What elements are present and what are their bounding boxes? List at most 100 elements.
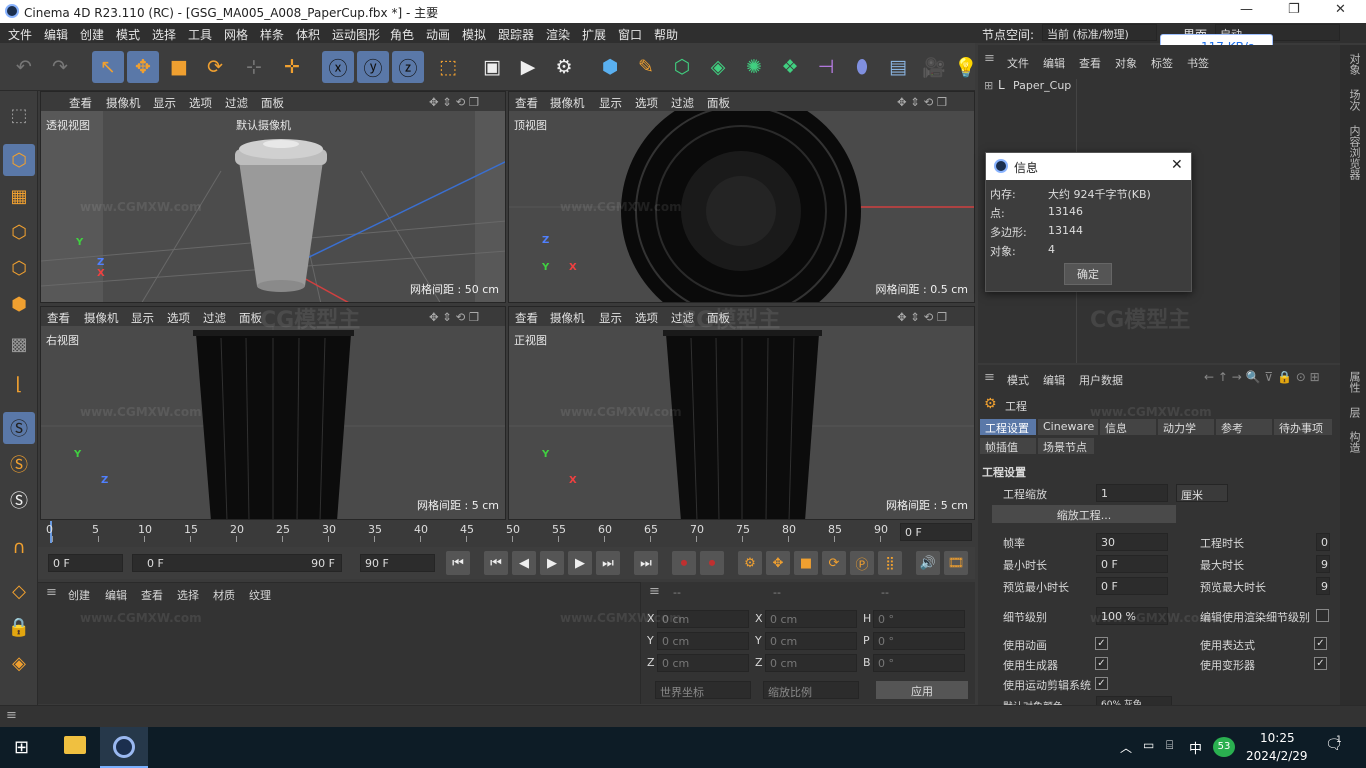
hamburger-icon[interactable]: ≡ [6,708,17,723]
scale-unit-select[interactable]: 厘米 [1176,484,1228,502]
rotate-icon[interactable]: ⟳ [199,51,231,83]
close-icon[interactable]: ✕ [1335,2,1346,17]
x-axis-lock-icon[interactable]: ⓧ [322,51,354,83]
recent-tool-icon[interactable]: ⊹ [238,51,270,83]
vp-menu-panel[interactable]: 面板 [707,95,730,111]
tab-structure-side[interactable]: 构造 [1346,431,1362,453]
deformer-icon[interactable]: ⊣ [810,51,842,83]
menu-help[interactable]: 帮助 [654,26,678,43]
cube-icon[interactable]: ⬢ [594,51,626,83]
coord-value-field[interactable]: 0 cm [765,632,857,650]
menu-create[interactable]: 创建 [80,26,104,43]
preview-max-field[interactable]: 9 [1316,577,1330,595]
clock-time[interactable]: 10:25 [1260,731,1295,745]
key-pla-icon[interactable]: ⣿ [878,551,902,575]
render-picture-viewer-icon[interactable]: ▶ [512,51,544,83]
end-frame-field[interactable]: 90 F [360,554,435,572]
preview-min-field[interactable]: 0 F [1096,577,1168,595]
network-icon[interactable]: ⌸ [1166,738,1173,753]
restore-icon[interactable]: ❐ [1288,2,1300,17]
tab-scene-nodes[interactable]: 场景节点 [1038,438,1094,454]
attr-menu-edit[interactable]: 编辑 [1043,372,1065,388]
vp-menu-panel[interactable]: 面板 [261,95,284,111]
menu-mode[interactable]: 模式 [116,26,140,43]
coord-value-field[interactable]: 0 ° [873,654,965,672]
move-icon[interactable]: ✥ [127,51,159,83]
key-rotation-icon[interactable]: ⟳ [822,551,846,575]
vp-menu-filter[interactable]: 过滤 [203,310,226,326]
vp-menu-view[interactable]: 查看 [69,95,92,111]
vp-menu-options[interactable]: 选项 [189,95,212,111]
vp-menu-display[interactable]: 显示 [599,310,622,326]
y-axis-lock-icon[interactable]: ⓨ [357,51,389,83]
vp-menu-view[interactable]: 查看 [515,310,538,326]
vp-menu-filter[interactable]: 过滤 [225,95,248,111]
tab-objects-side[interactable]: 对象 [1346,53,1362,75]
render-settings-icon[interactable]: ⚙ [548,51,580,83]
polygons-mode-icon[interactable]: ⬢ [3,288,35,320]
cloner-icon[interactable]: ✺ [738,51,770,83]
vp-menu-panel[interactable]: 面板 [239,310,262,326]
use-deformers-checkbox[interactable]: ✓ [1314,657,1327,670]
film-icon[interactable]: 🎞 [944,551,968,575]
vp-menu-display[interactable]: 显示 [153,95,176,111]
vp-menu-camera[interactable]: 摄像机 [84,310,119,326]
floor-icon[interactable]: ▤ [882,51,914,83]
use-animation-checkbox[interactable]: ✓ [1095,637,1108,650]
hamburger-icon[interactable]: ≡ [984,51,995,66]
tab-cineware[interactable]: Cineware [1038,419,1098,435]
menu-render[interactable]: 渲染 [546,26,570,43]
menu-tracker[interactable]: 跟踪器 [498,26,534,43]
menu-select[interactable]: 选择 [152,26,176,43]
range-slider[interactable]: 0 F 90 F [132,554,342,572]
lock-workplane-icon[interactable]: 🔒 [3,611,35,643]
scale-project-button[interactable]: 缩放工程... [992,505,1176,523]
axis-mode-icon[interactable]: ⌊ [3,368,35,400]
mat-menu-texture[interactable]: 纹理 [249,587,271,603]
fps-field[interactable]: 30 [1096,533,1168,551]
z-axis-lock-icon[interactable]: ⓩ [392,51,424,83]
obj-menu-view[interactable]: 查看 [1079,55,1101,71]
vp-menu-display[interactable]: 显示 [599,95,622,111]
timeline-end-field[interactable]: 0 F [900,523,972,541]
next-frame-icon[interactable]: ▶ [568,551,592,575]
snap-icon[interactable]: Ⓢ [3,412,35,444]
camera-icon[interactable]: 🎥 [918,51,950,83]
vp-nav-icons[interactable]: ✥ ⇕ ⟲ ❐ [429,310,479,324]
tab-reference[interactable]: 参考 [1216,419,1272,435]
ok-button[interactable]: 确定 [1064,263,1112,285]
prev-frame-icon[interactable]: ◀ [512,551,536,575]
obj-menu-file[interactable]: 文件 [1007,55,1029,71]
expand-icon[interactable]: ⊞ [984,79,993,92]
workplane-icon[interactable]: ◇ [3,575,35,607]
tab-frame-interp[interactable]: 帧插值 [980,438,1036,454]
mat-menu-material[interactable]: 材质 [213,587,235,603]
hamburger-icon[interactable]: ≡ [649,584,660,599]
vp-nav-icons[interactable]: ✥ ⇕ ⟲ ❐ [429,95,479,109]
menu-spline[interactable]: 样条 [260,26,284,43]
vp-menu-options[interactable]: 选项 [167,310,190,326]
vp-menu-display[interactable]: 显示 [131,310,154,326]
coord-value-field[interactable]: 0 cm [657,632,749,650]
object-name[interactable]: Paper_Cup [1013,79,1071,92]
menu-mesh[interactable]: 网格 [224,26,248,43]
scale-mode-select[interactable]: 缩放比例 [763,681,859,699]
scale-icon[interactable]: ■ [163,51,195,83]
dialog-close-icon[interactable]: ✕ [1171,157,1183,173]
pen-icon[interactable]: ✎ [630,51,662,83]
viewport-top[interactable]: 查看 摄像机 显示 选项 过滤 面板 ✥ ⇕ ⟲ ❐ 顶视图 Z Y X 网格间… [508,91,975,303]
project-scale-field[interactable]: 1 [1096,484,1168,502]
uv-mode-icon[interactable]: ▩ [3,328,35,360]
menu-mograph[interactable]: 运动图形 [332,26,380,43]
menu-window[interactable]: 窗口 [618,26,642,43]
vp-menu-filter[interactable]: 过滤 [671,95,694,111]
vp-menu-options[interactable]: 选项 [635,95,658,111]
tab-project-settings[interactable]: 工程设置 [980,419,1036,435]
attr-nav-icons[interactable]: ← ↑ → 🔍 ⊽ 🔒 ⊙ ⊞ [1204,370,1320,384]
minimize-icon[interactable]: — [1240,2,1253,17]
goto-start-icon[interactable]: ⏮ [446,551,470,575]
prev-key-icon[interactable]: ⏮ [484,551,508,575]
goto-end-icon[interactable]: ⏭ [634,551,658,575]
texture-mode-icon[interactable]: ▦ [3,180,35,212]
mat-menu-create[interactable]: 创建 [68,587,90,603]
